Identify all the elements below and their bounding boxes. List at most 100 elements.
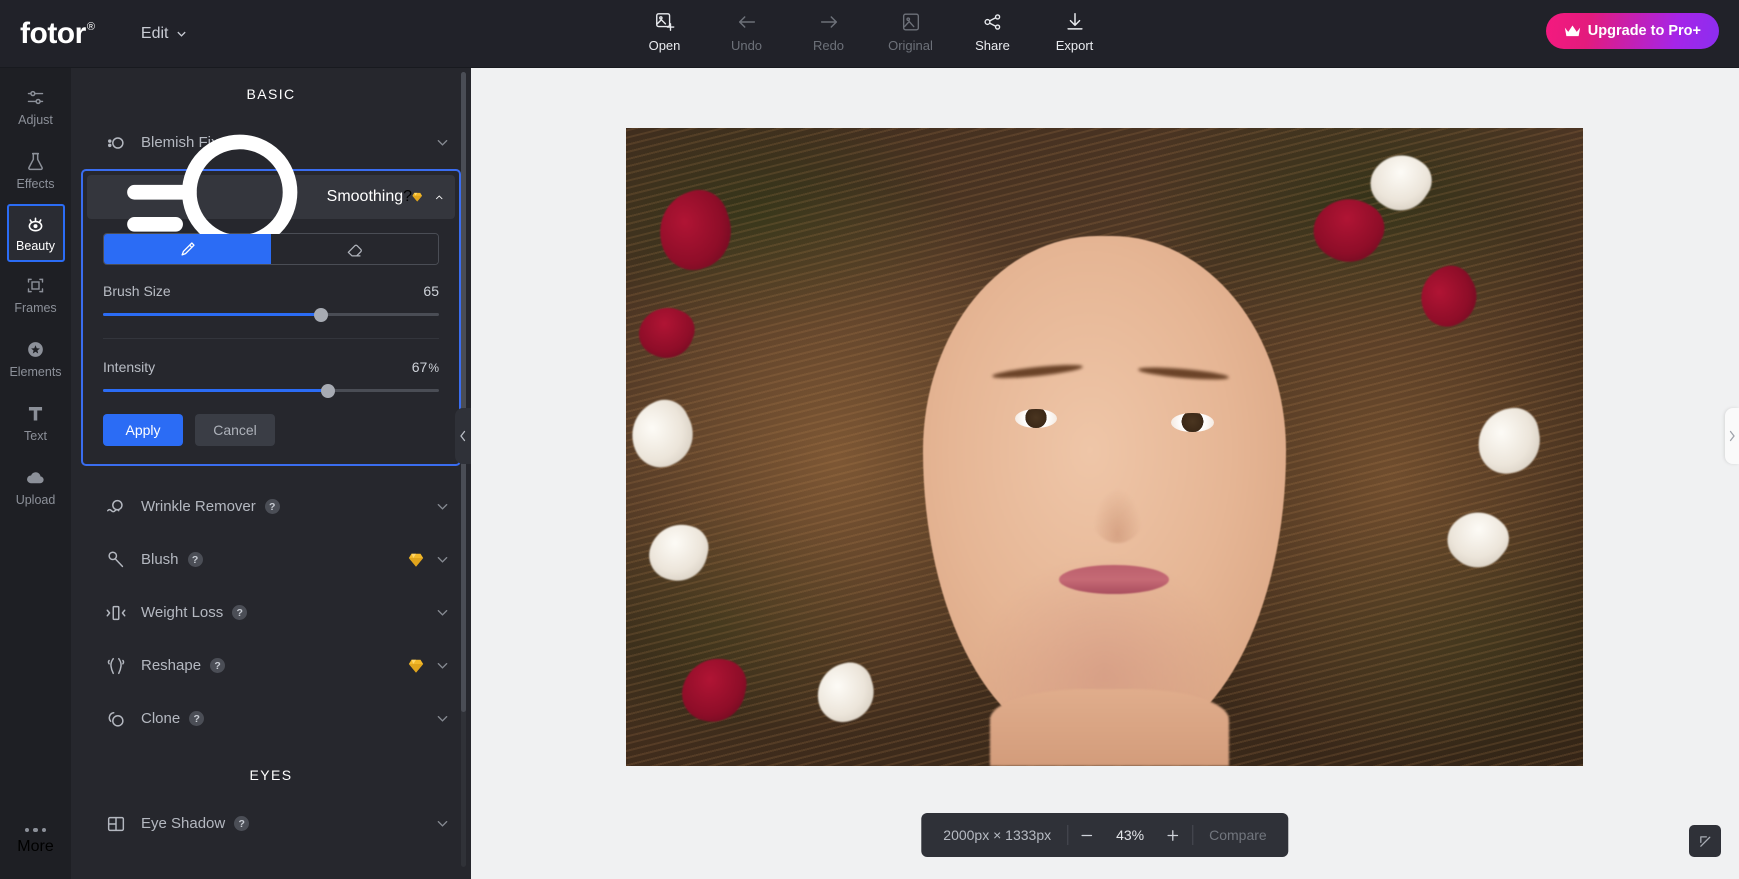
chevron-down-icon bbox=[437, 556, 448, 563]
smoothing-controls: Brush Size 65 Intensity 67% Apply Cancel bbox=[83, 219, 459, 464]
left-sidebar: Adjust Effects Beauty Frames Elements Te… bbox=[0, 68, 71, 879]
original-button[interactable]: Original bbox=[870, 5, 952, 53]
panel-item-wrinkle-remover[interactable]: Wrinkle Remover ? bbox=[71, 480, 471, 533]
fit-to-screen-button[interactable] bbox=[1689, 825, 1721, 857]
open-button[interactable]: Open bbox=[624, 5, 706, 53]
help-icon[interactable]: ? bbox=[232, 605, 248, 620]
redo-button[interactable]: Redo bbox=[788, 5, 870, 53]
intensity-slider[interactable] bbox=[103, 383, 439, 398]
section-title-eyes: EYES bbox=[249, 767, 293, 783]
sidebar-item-label: Upload bbox=[15, 493, 56, 507]
sidebar-item-adjust[interactable]: Adjust bbox=[6, 76, 66, 138]
panel-item-reshape[interactable]: Reshape ? bbox=[71, 639, 471, 692]
sidebar-item-text[interactable]: Text bbox=[6, 392, 66, 454]
sidebar-item-effects[interactable]: Effects bbox=[6, 140, 66, 202]
chevron-right-icon bbox=[1729, 430, 1735, 442]
smoothing-header[interactable]: Smoothing ? bbox=[87, 134, 455, 251]
flask-icon bbox=[28, 152, 43, 171]
share-nodes-icon bbox=[983, 14, 1000, 30]
export-button[interactable]: Export bbox=[1034, 5, 1116, 53]
sidebar-item-frames[interactable]: Frames bbox=[6, 264, 66, 326]
brush-size-slider[interactable] bbox=[103, 307, 439, 322]
eraser-mode-button[interactable] bbox=[271, 234, 438, 264]
photo-eye-right bbox=[1171, 412, 1214, 432]
intensity-label: Intensity bbox=[103, 359, 156, 375]
app-logo[interactable]: fotor ® bbox=[20, 18, 95, 49]
edit-menu-label: Edit bbox=[140, 24, 169, 42]
zoom-in-button[interactable] bbox=[1154, 820, 1192, 850]
intensity-value-wrap: 67% bbox=[412, 359, 439, 375]
panel-item-blush[interactable]: Blush ? bbox=[71, 533, 471, 586]
help-icon[interactable]: ? bbox=[234, 816, 250, 831]
brush-icon bbox=[181, 241, 195, 256]
smoothing-icon bbox=[127, 134, 298, 251]
plus-icon bbox=[1167, 829, 1179, 841]
brush-size-label: Brush Size bbox=[103, 283, 171, 299]
pro-gem-icon bbox=[408, 659, 424, 673]
compare-button[interactable]: Compare bbox=[1193, 827, 1283, 843]
editor-canvas: 2000px × 1333px 43% Compare bbox=[455, 68, 1739, 879]
zoom-out-button[interactable] bbox=[1068, 820, 1106, 850]
frame-icon bbox=[27, 278, 44, 293]
intensity-label-row: Intensity 67% bbox=[103, 359, 439, 375]
panel-scrollbar-thumb[interactable] bbox=[461, 72, 466, 712]
sidebar-item-elements[interactable]: Elements bbox=[6, 328, 66, 390]
smoothing-action-buttons: Apply Cancel bbox=[103, 414, 439, 446]
undo-button[interactable]: Undo bbox=[706, 5, 788, 53]
sidebar-item-label: Text bbox=[24, 429, 47, 443]
undo-label: Undo bbox=[730, 38, 763, 53]
top-bar: fotor ® Edit Open Undo Redo Original Sha… bbox=[0, 0, 1739, 68]
help-icon[interactable]: ? bbox=[403, 188, 412, 206]
chevron-up-icon[interactable] bbox=[435, 191, 444, 204]
help-icon[interactable]: ? bbox=[264, 499, 280, 514]
cancel-button[interactable]: Cancel bbox=[195, 414, 275, 446]
share-button[interactable]: Share bbox=[952, 5, 1034, 53]
sidebar-item-upload[interactable]: Upload bbox=[6, 456, 66, 518]
sidebar-item-label: Beauty bbox=[16, 239, 55, 253]
control-divider bbox=[103, 338, 439, 339]
panel-item-weight-loss[interactable]: Weight Loss ? bbox=[71, 586, 471, 639]
apply-button[interactable]: Apply bbox=[103, 414, 183, 446]
wrinkle-remover-icon bbox=[107, 499, 123, 512]
brush-mode-button[interactable] bbox=[104, 234, 271, 264]
help-icon[interactable]: ? bbox=[210, 658, 226, 673]
photo-nose bbox=[1091, 485, 1144, 543]
sidebar-item-label: Adjust bbox=[18, 113, 53, 127]
sidebar-item-label: Frames bbox=[14, 301, 57, 315]
panel-item-label: Blush bbox=[141, 551, 179, 568]
help-icon[interactable]: ? bbox=[189, 711, 205, 726]
chevron-down-icon bbox=[437, 609, 448, 616]
photo-eye-left bbox=[1014, 408, 1057, 428]
panel-item-label: Weight Loss bbox=[141, 604, 224, 621]
upgrade-label: Upgrade to Pro+ bbox=[1587, 23, 1701, 39]
sidebar-item-beauty[interactable]: Beauty bbox=[6, 204, 65, 262]
fotor-editor-window: fotor ® Edit Open Undo Redo Original Sha… bbox=[0, 0, 1739, 879]
chevron-down-icon bbox=[437, 503, 448, 510]
export-label: Export bbox=[1055, 38, 1094, 53]
crown-icon bbox=[1564, 25, 1580, 37]
brush-size-slider-handle[interactable] bbox=[314, 307, 329, 322]
top-tool-group: Open Undo Redo Original Share Export bbox=[624, 5, 1116, 53]
panel-item-clone[interactable]: Clone ? bbox=[71, 692, 471, 745]
sliders-icon bbox=[27, 90, 44, 105]
share-label: Share bbox=[975, 38, 1010, 53]
panel-item-smoothing-expanded: Smoothing ? Brush Size 65 Intensity 67% … bbox=[81, 134, 461, 466]
intensity-slider-handle[interactable] bbox=[321, 383, 336, 398]
expand-right-handle[interactable] bbox=[1725, 408, 1739, 464]
download-icon bbox=[1066, 13, 1083, 30]
sidebar-item-label: Effects bbox=[16, 177, 55, 191]
help-icon[interactable]: ? bbox=[187, 552, 203, 567]
chevron-down-icon bbox=[437, 662, 448, 669]
upgrade-to-pro-button[interactable]: Upgrade to Pro+ bbox=[1545, 13, 1719, 49]
edit-menu-button[interactable]: Edit bbox=[141, 25, 187, 43]
panel-item-eye-shadow[interactable]: Eye Shadow ? bbox=[71, 797, 471, 850]
reshape-icon bbox=[107, 657, 125, 674]
chevron-down-icon bbox=[437, 139, 448, 146]
edited-photo[interactable] bbox=[626, 128, 1583, 766]
registered-trademark-icon: ® bbox=[86, 20, 95, 33]
intensity-unit: % bbox=[428, 361, 439, 375]
star-icon bbox=[28, 342, 43, 357]
collapse-panel-handle[interactable] bbox=[455, 408, 471, 464]
sidebar-more-button[interactable]: More bbox=[6, 815, 66, 869]
eye-lash-icon bbox=[28, 217, 43, 232]
